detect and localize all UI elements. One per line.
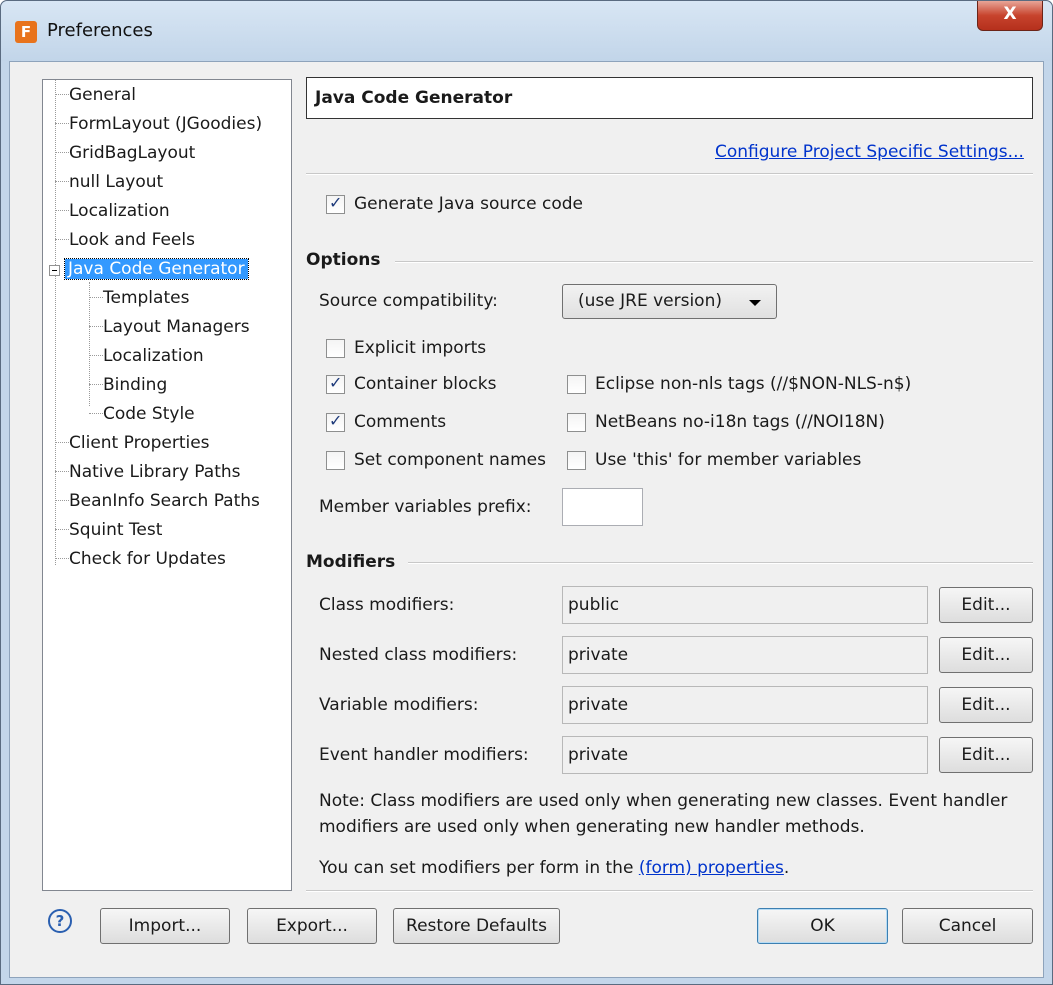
member-prefix-label: Member variables prefix:	[319, 497, 532, 517]
form-properties-link[interactable]: (form) properties	[639, 858, 784, 878]
preferences-tree: General FormLayout (JGoodies) GridBagLay…	[42, 79, 292, 891]
page-title: Java Code Generator	[306, 77, 1033, 119]
chevron-down-icon	[749, 300, 761, 306]
tree-connector	[55, 500, 69, 501]
generate-java-source-label: Generate Java source code	[354, 194, 583, 214]
tree-connector	[55, 239, 69, 240]
tree-connector	[55, 94, 69, 95]
tree-item-layout-managers[interactable]: Layout Managers	[103, 315, 250, 339]
variable-modifiers-field: private	[562, 686, 928, 724]
separator	[306, 173, 1033, 175]
netbeans-noi18n-label: NetBeans no-i18n tags (//NOI18N)	[595, 412, 885, 432]
tree-connector	[89, 282, 90, 406]
collapse-icon[interactable]	[49, 265, 60, 276]
cancel-button[interactable]: Cancel	[902, 908, 1033, 944]
nested-class-modifiers-label: Nested class modifiers:	[319, 645, 518, 665]
tree-item-binding[interactable]: Binding	[103, 373, 167, 397]
container-blocks-checkbox[interactable]	[326, 373, 345, 394]
explicit-imports-checkbox[interactable]	[326, 339, 345, 358]
tree-item-look-and-feels[interactable]: Look and Feels	[69, 228, 195, 252]
preferences-window: F Preferences X General FormLayout (JGoo…	[0, 0, 1053, 985]
nested-class-modifiers-edit-button[interactable]: Edit...	[939, 637, 1033, 673]
nested-class-modifiers-field: private	[562, 636, 928, 674]
comments-checkbox[interactable]	[326, 411, 345, 432]
class-modifiers-label: Class modifiers:	[319, 595, 455, 615]
tree-item-gridbaglayout[interactable]: GridBagLayout	[69, 141, 195, 165]
title-bar[interactable]: F Preferences X	[1, 1, 1052, 61]
bottom-separator	[306, 890, 1033, 892]
configure-project-settings-link[interactable]: Configure Project Specific Settings...	[715, 142, 1024, 162]
eclipse-nonnls-label: Eclipse non-nls tags (//$NON-NLS-n$)	[595, 374, 912, 394]
modifiers-section-title: Modifiers	[306, 552, 396, 572]
member-prefix-input[interactable]	[562, 488, 643, 526]
restore-defaults-button[interactable]: Restore Defaults	[393, 908, 560, 944]
tree-connector	[89, 297, 103, 298]
tree-item-squint-test[interactable]: Squint Test	[69, 518, 162, 542]
event-handler-modifiers-label: Event handler modifiers:	[319, 745, 529, 765]
form-note: You can set modifiers per form in the (f…	[319, 858, 790, 878]
tree-item-beaninfo-search-paths[interactable]: BeanInfo Search Paths	[69, 489, 260, 513]
modifiers-note-line2: modifiers are used only when generating …	[319, 817, 865, 837]
tree-item-formlayout[interactable]: FormLayout (JGoodies)	[69, 112, 262, 136]
source-compatibility-dropdown[interactable]: (use JRE version)	[562, 284, 777, 319]
ok-button[interactable]: OK	[757, 908, 888, 944]
export-button[interactable]: Export...	[247, 908, 377, 944]
use-this-label: Use 'this' for member variables	[595, 450, 862, 470]
tree-item-native-library-paths[interactable]: Native Library Paths	[69, 460, 241, 484]
tree-connector	[89, 384, 103, 385]
window-title: Preferences	[47, 20, 153, 41]
close-button[interactable]: X	[977, 1, 1043, 31]
source-compatibility-value: (use JRE version)	[578, 291, 722, 311]
tree-connector	[55, 471, 69, 472]
tree-item-templates[interactable]: Templates	[103, 286, 189, 310]
modifiers-separator	[408, 562, 1033, 564]
options-section-title: Options	[306, 250, 381, 270]
tree-connector	[89, 413, 103, 414]
tree-item-code-style[interactable]: Code Style	[103, 402, 195, 426]
tree-connector	[55, 210, 69, 211]
event-handler-modifiers-edit-button[interactable]: Edit...	[939, 737, 1033, 773]
tree-item-null-layout[interactable]: null Layout	[69, 170, 163, 194]
help-icon[interactable]: ?	[48, 909, 72, 933]
tree-item-codegen-localization[interactable]: Localization	[103, 344, 204, 368]
explicit-imports-label: Explicit imports	[354, 338, 487, 358]
tree-item-check-for-updates[interactable]: Check for Updates	[69, 547, 226, 571]
source-compatibility-label: Source compatibility:	[319, 291, 498, 311]
tree-item-general[interactable]: General	[69, 83, 136, 107]
event-handler-modifiers-field: private	[562, 736, 928, 774]
comments-label: Comments	[354, 412, 447, 432]
options-separator	[395, 261, 1033, 263]
set-component-names-label: Set component names	[354, 450, 546, 470]
modifiers-note-line1: Note: Class modifiers are used only when…	[319, 791, 1008, 811]
variable-modifiers-label: Variable modifiers:	[319, 695, 479, 715]
tree-connector	[55, 529, 69, 530]
generate-java-source-checkbox[interactable]	[326, 193, 345, 214]
tree-connector	[55, 181, 69, 182]
tree-item-client-properties[interactable]: Client Properties	[69, 431, 210, 455]
tree-connector	[55, 442, 69, 443]
set-component-names-checkbox[interactable]	[326, 451, 345, 470]
close-icon: X	[1003, 4, 1017, 24]
tree-item-java-code-generator[interactable]: Java Code Generator	[64, 257, 249, 281]
tree-connector	[89, 355, 103, 356]
tree-connector	[89, 326, 103, 327]
tree-connector	[55, 558, 69, 559]
tree-connector	[55, 152, 69, 153]
variable-modifiers-edit-button[interactable]: Edit...	[939, 687, 1033, 723]
tree-item-localization[interactable]: Localization	[69, 199, 170, 223]
class-modifiers-edit-button[interactable]: Edit...	[939, 587, 1033, 623]
jformdesigner-icon: F	[15, 21, 37, 43]
container-blocks-label: Container blocks	[354, 374, 497, 394]
import-button[interactable]: Import...	[100, 908, 230, 944]
eclipse-nonnls-checkbox[interactable]	[567, 375, 586, 394]
tree-connector	[55, 123, 69, 124]
use-this-checkbox[interactable]	[567, 451, 586, 470]
netbeans-noi18n-checkbox[interactable]	[567, 413, 586, 432]
class-modifiers-field: public	[562, 586, 928, 624]
dialog-content: General FormLayout (JGoodies) GridBagLay…	[9, 61, 1044, 978]
